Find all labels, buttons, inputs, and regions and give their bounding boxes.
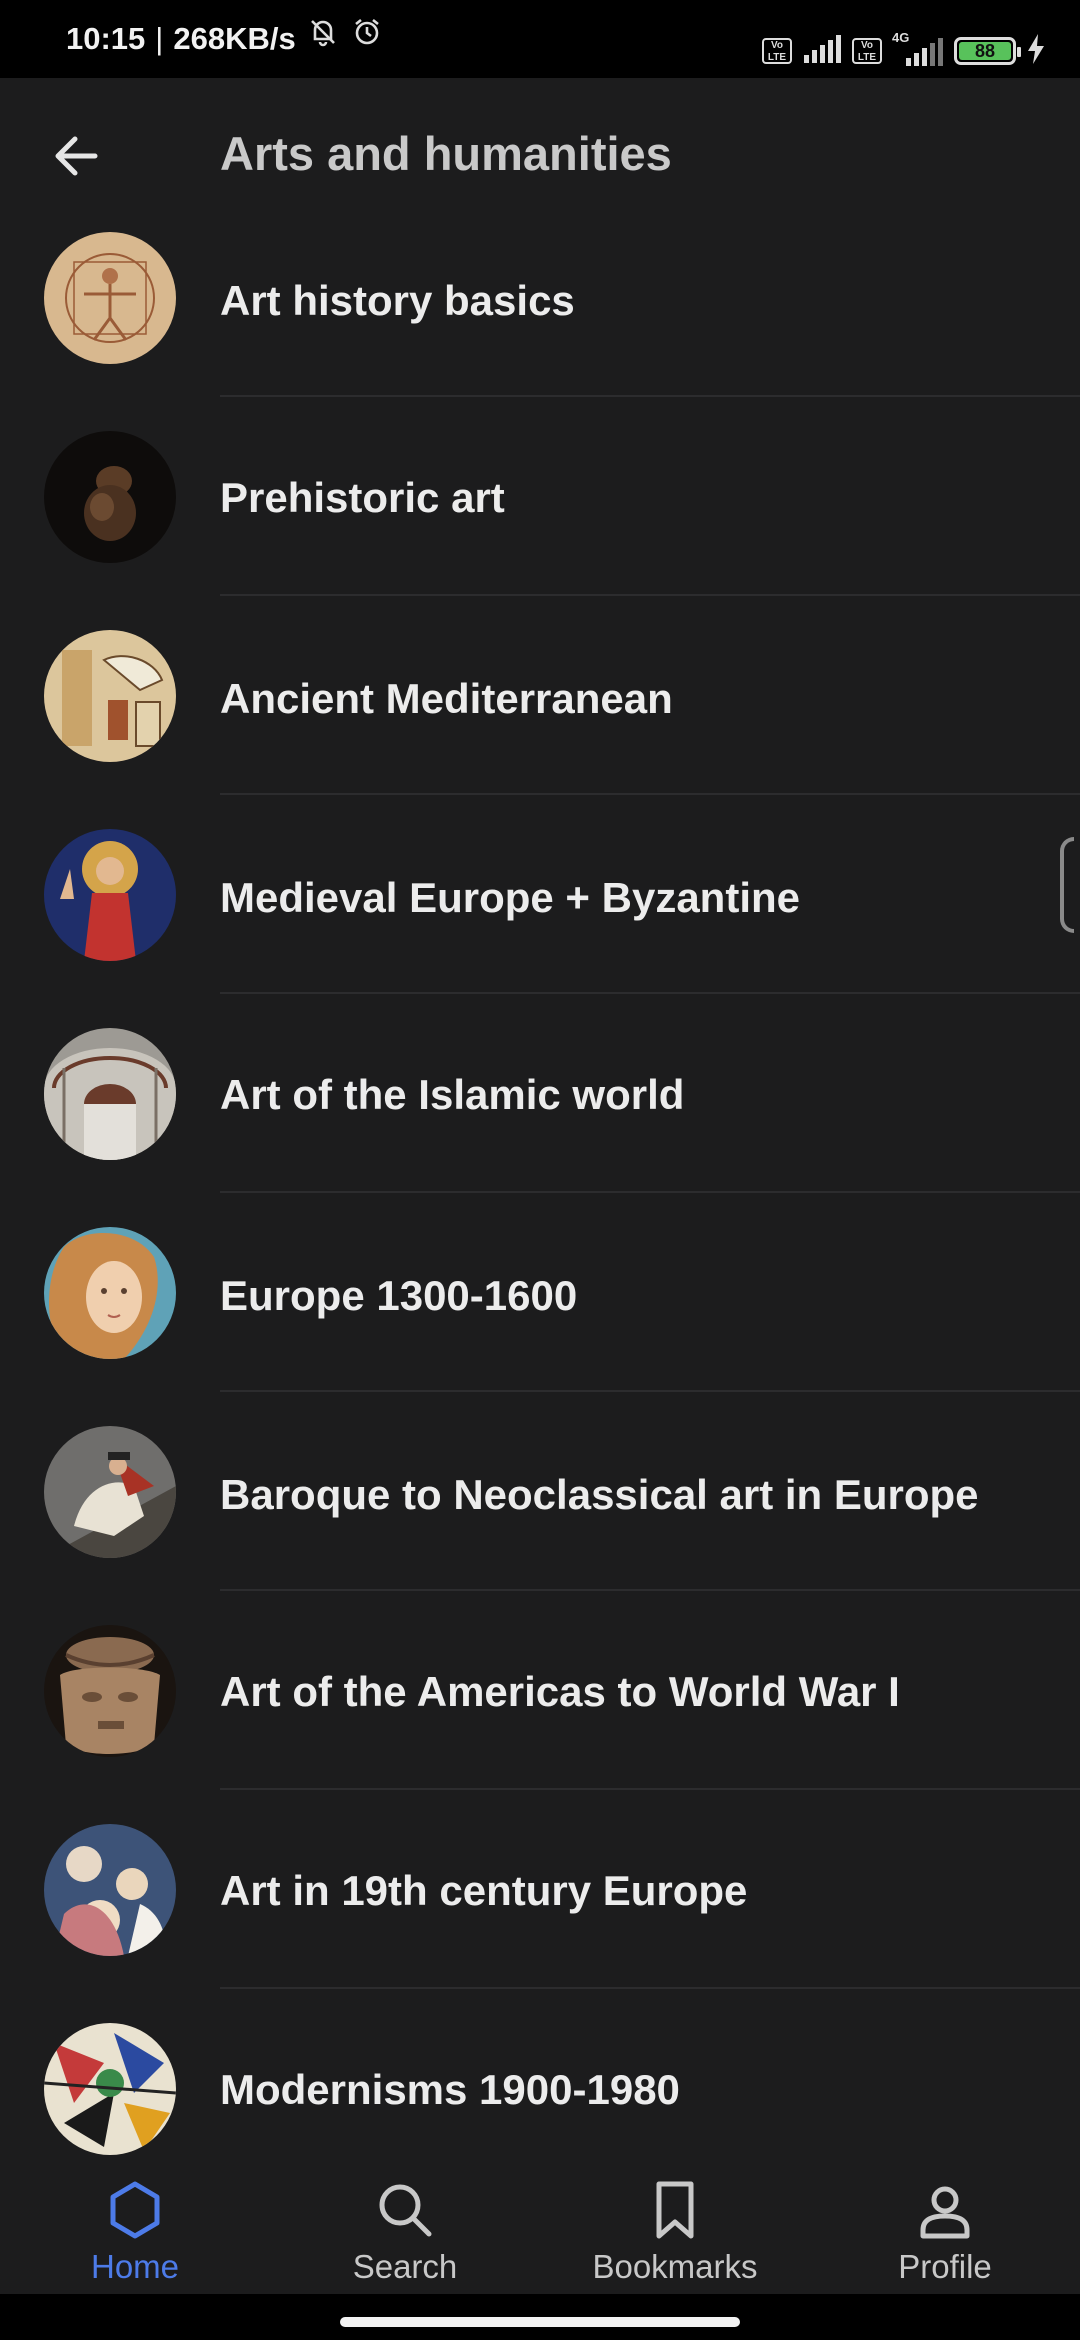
list-item[interactable]: Art history basics [0,232,1080,397]
item-thumbnail [44,829,176,961]
list-item[interactable]: Medieval Europe + Byzantine [0,795,1080,994]
item-label: Art of the Americas to World War I [220,1668,900,1715]
item-label: Prehistoric art [220,474,505,521]
list-item[interactable]: Art of the Islamic world [0,994,1080,1193]
volte-badge-1: Vo LTE [762,38,792,64]
back-button[interactable] [44,124,108,188]
item-label: Modernisms 1900-1980 [220,2066,680,2113]
list-item[interactable]: Ancient Mediterranean [0,596,1080,795]
profile-icon [920,2186,970,2239]
item-label: Baroque to Neoclassical art in Europe [220,1471,979,1518]
search-icon [379,2184,432,2237]
list-item[interactable]: Modernisms 1900-1980 [0,1989,1080,2164]
bookmark-icon [656,2181,694,2239]
list-item[interactable]: Prehistoric art [0,397,1080,596]
nav-profile-label: Profile [898,2248,992,2285]
nav-home[interactable]: Home [0,2164,270,2294]
scroll-handle[interactable] [1060,837,1074,933]
item-thumbnail [44,232,176,364]
list-item[interactable]: Baroque to Neoclassical art in Europe [0,1392,1080,1591]
item-thumbnail [44,630,176,762]
item-thumbnail [44,1426,176,1558]
charging-bolt-icon [1026,33,1046,69]
muted-bell-icon [306,0,340,89]
status-separator: | [155,21,164,56]
list-item[interactable]: Art in 19th century Europe [0,1790,1080,1989]
alarm-clock-icon [350,0,384,89]
nav-search[interactable]: Search [270,2164,540,2294]
status-left: 10:15 | 268KB/s [66,0,384,89]
status-bar: 10:15 | 268KB/s Vo LTE Vo LTE 4G 88 [0,0,1080,78]
home-indicator[interactable] [340,2317,740,2327]
nav-bookmarks-label: Bookmarks [592,2248,758,2285]
topic-list: Art history basics Prehistoric art Ancie… [0,232,1080,2164]
item-thumbnail [44,431,176,563]
page-title: Arts and humanities [220,127,672,180]
hexagon-icon [110,2181,160,2239]
signal-icon [802,34,842,68]
status-speed: 268KB/s [173,21,296,56]
volte-badge-2: Vo LTE [852,38,882,64]
app-bar: Arts and humanities [0,78,1080,233]
nav-home-label: Home [90,2248,180,2285]
item-thumbnail [44,2023,176,2155]
item-label: Europe 1300-1600 [220,1272,578,1319]
item-label: Medieval Europe + Byzantine [220,874,801,921]
item-label: Art of the Islamic world [220,1071,685,1118]
nav-profile[interactable]: Profile [810,2164,1080,2294]
item-label: Art history basics [220,277,575,324]
item-label: Art in 19th century Europe [220,1867,748,1914]
item-thumbnail [44,1227,176,1359]
battery-icon: 88 [954,37,1021,65]
signal-4g-icon: 4G [892,30,944,66]
item-thumbnail [44,1028,176,1160]
item-thumbnail [44,1824,176,1956]
item-label: Ancient Mediterranean [220,675,673,722]
battery-level: 88 [959,42,1011,60]
arrow-left-icon [55,136,98,176]
nav-search-label: Search [352,2248,458,2285]
bottom-nav: Home Search Bookmarks Profile [0,2164,1080,2294]
list-item[interactable]: Europe 1300-1600 [0,1193,1080,1392]
status-time: 10:15 [66,21,146,56]
nav-bookmarks[interactable]: Bookmarks [540,2164,810,2294]
status-right: Vo LTE Vo LTE 4G 88 [762,30,1046,72]
list-item[interactable]: Art of the Americas to World War I [0,1591,1080,1790]
item-thumbnail [44,1625,176,1757]
